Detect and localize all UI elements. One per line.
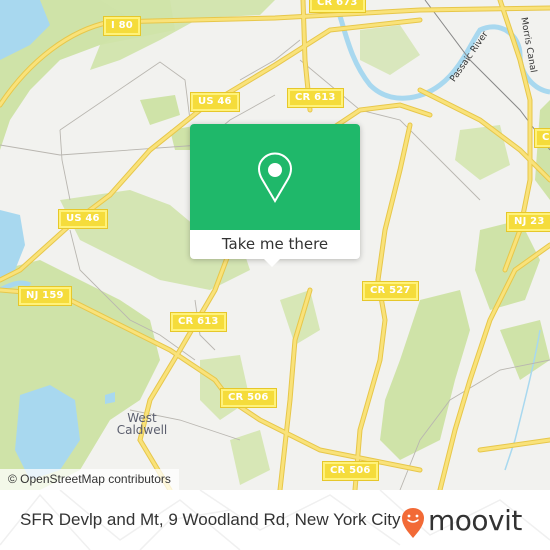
- place-label-line2: Caldwell: [116, 423, 168, 437]
- road-shield-nj23: NJ 23: [506, 212, 550, 232]
- road-shield-cr527: CR 527: [362, 281, 419, 301]
- road-shield-cr506: CR 506: [220, 388, 277, 408]
- road-shield-cr: CR: [533, 128, 550, 148]
- take-me-there-popup[interactable]: Take me there: [190, 124, 360, 267]
- road-shield-us46: US 46: [190, 92, 240, 112]
- map-view[interactable]: I 80 US 46 CR 613 CR 673 US 46 NJ 159 CR…: [0, 0, 550, 490]
- road-shield-i80: I 80: [103, 16, 141, 36]
- road-shield-nj159: NJ 159: [18, 286, 72, 306]
- place-label-west-caldwell: West Caldwell: [112, 412, 172, 436]
- road-shield-cr613: CR 613: [287, 88, 344, 108]
- road-shield-us46: US 46: [58, 209, 108, 229]
- road-shield-cr506: CR 506: [322, 461, 379, 481]
- map-pin-icon: [258, 152, 292, 203]
- take-me-there-button[interactable]: Take me there: [190, 230, 360, 259]
- moovit-logo[interactable]: moovit: [400, 502, 540, 542]
- road-shield-cr673: CR 673: [309, 0, 366, 13]
- location-address: SFR Devlp and Mt, 9 Woodland Rd, New Yor…: [20, 510, 401, 529]
- popup-pointer: [263, 258, 281, 267]
- map-attribution[interactable]: © OpenStreetMap contributors: [0, 469, 179, 490]
- moovit-pin-icon: [402, 508, 424, 538]
- footer-bar: SFR Devlp and Mt, 9 Woodland Rd, New Yor…: [0, 490, 550, 550]
- moovit-wordmark: moovit: [428, 504, 522, 537]
- popup-header: [190, 124, 360, 230]
- road-shield-cr613: CR 613: [170, 312, 227, 332]
